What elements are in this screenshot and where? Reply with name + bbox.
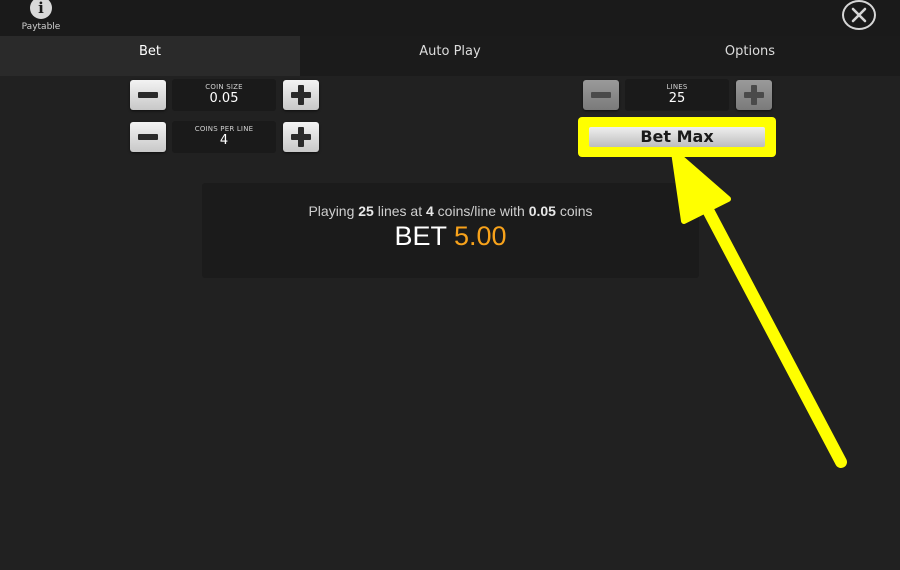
summary-prefix: Playing bbox=[308, 203, 355, 219]
paytable-label: Paytable bbox=[21, 22, 61, 32]
coins-per-line-decrease-button[interactable] bbox=[130, 122, 166, 152]
tab-options[interactable]: Options bbox=[600, 36, 900, 76]
bet-max-button[interactable]: Bet Max bbox=[589, 127, 765, 147]
coin-size-value: 0.05 bbox=[209, 91, 239, 106]
summary-suffix: coins bbox=[559, 203, 593, 219]
bet-summary-panel: Playing 25 lines at 4 coins/line with 0.… bbox=[202, 183, 699, 278]
lines-decrease-button[interactable] bbox=[583, 80, 619, 110]
summary-coin-size: 0.05 bbox=[528, 203, 556, 219]
bet-total-value: 5.00 bbox=[453, 221, 507, 251]
summary-lines: 25 bbox=[358, 203, 374, 219]
coin-size-decrease-button[interactable] bbox=[130, 80, 166, 110]
coin-size-increase-button[interactable] bbox=[283, 80, 319, 110]
tab-bar: Bet Auto Play Options bbox=[0, 36, 900, 76]
coins-per-line-value: 4 bbox=[219, 133, 229, 148]
lines-label: LINES bbox=[666, 83, 688, 91]
tab-bet[interactable]: Bet bbox=[0, 36, 300, 76]
coins-per-line-increase-button[interactable] bbox=[283, 122, 319, 152]
coins-per-line-label: COINS PER LINE bbox=[194, 125, 254, 133]
bet-total: BET 5.00 bbox=[202, 221, 699, 252]
paytable-button[interactable]: i Paytable bbox=[14, 0, 68, 34]
info-icon: i bbox=[30, 0, 52, 19]
bet-total-label: BET bbox=[394, 221, 447, 251]
coin-size-display: COIN SIZE 0.05 bbox=[172, 79, 276, 111]
summary-coins-per-line: 4 bbox=[425, 203, 434, 219]
tab-auto-play[interactable]: Auto Play bbox=[300, 36, 600, 76]
minus-icon bbox=[138, 92, 158, 98]
top-bar bbox=[0, 0, 900, 36]
coins-per-line-display: COINS PER LINE 4 bbox=[172, 121, 276, 153]
summary-mid1: lines at bbox=[377, 203, 423, 219]
bet-summary-text: Playing 25 lines at 4 coins/line with 0.… bbox=[202, 203, 699, 219]
minus-icon bbox=[591, 92, 611, 98]
close-button[interactable] bbox=[842, 0, 876, 30]
summary-mid2: coins/line with bbox=[437, 203, 525, 219]
coin-size-label: COIN SIZE bbox=[205, 83, 243, 91]
lines-display: LINES 25 bbox=[625, 79, 729, 111]
minus-icon bbox=[138, 134, 158, 140]
lines-increase-button[interactable] bbox=[736, 80, 772, 110]
lines-value: 25 bbox=[668, 91, 686, 106]
close-icon bbox=[851, 7, 867, 23]
